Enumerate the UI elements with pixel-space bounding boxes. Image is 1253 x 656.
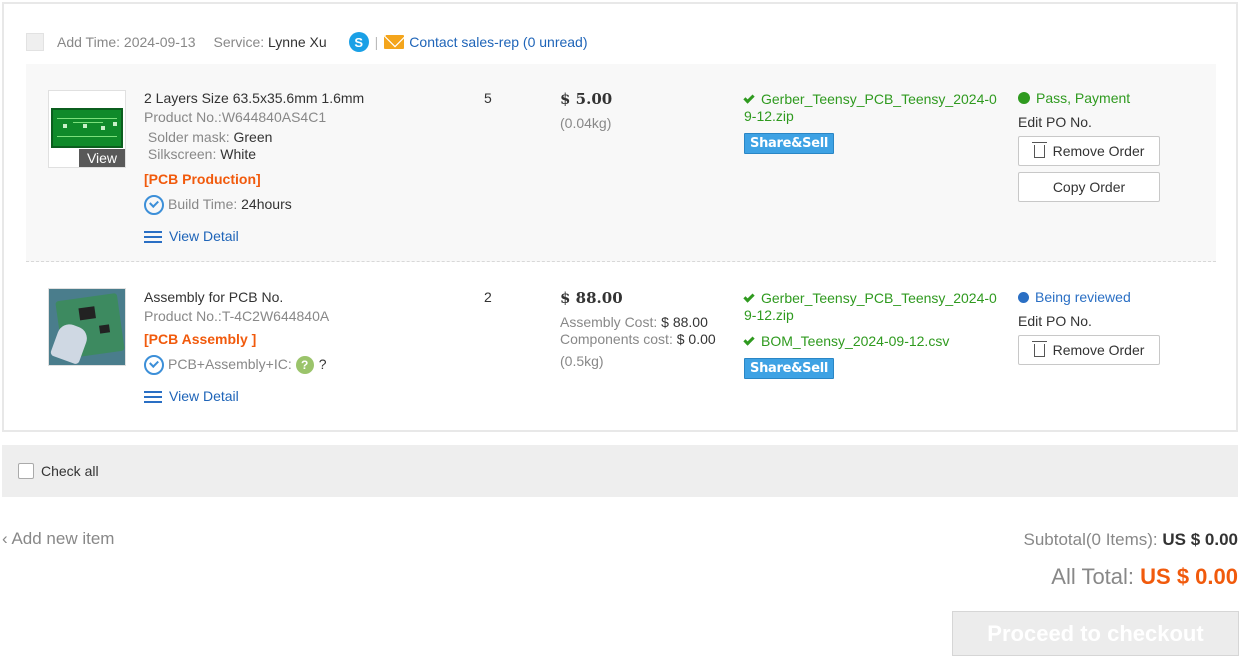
item-price: $ 5.00	[560, 90, 613, 108]
solder-mask-label: Solder mask:	[147, 129, 230, 145]
item-weight: (0.5kg)	[560, 353, 604, 369]
check-icon	[743, 92, 755, 104]
order-status: Pass, Payment	[1018, 88, 1188, 108]
proceed-checkout-button[interactable]: Proceed to checkout	[952, 611, 1239, 656]
item-quantity: 2	[484, 289, 492, 305]
bom-file-link[interactable]: BOM_Teensy_2024-09-12.csv	[743, 333, 1000, 350]
order-item-row: View 2 Layers Size 63.5x35.6mm 1.6mm Pro…	[26, 64, 1216, 262]
assembly-cost-value: $ 88.00	[661, 314, 708, 330]
components-cost-label: Components cost:	[560, 331, 673, 347]
list-icon	[144, 390, 162, 404]
status-dot-icon	[1018, 292, 1029, 303]
envelope-icon	[384, 35, 405, 49]
edit-po-link[interactable]: Edit PO No.	[1018, 114, 1188, 130]
item-files: Gerber_Teensy_PCB_Teensy_2024-09-12.zip …	[743, 290, 1000, 379]
subtotal: Subtotal(0 Items): US $ 0.00	[1023, 530, 1238, 550]
check-all-bar: Check all	[2, 445, 1238, 497]
assembly-build-value: ?	[318, 356, 327, 372]
header-separator: |	[374, 34, 379, 50]
product-no-label: Product No.:	[144, 109, 222, 125]
share-sell-button[interactable]: Share&Sell	[744, 133, 835, 154]
check-all-label[interactable]: Check all	[41, 463, 99, 479]
item-price: $ 88.00	[560, 289, 623, 307]
view-image-button[interactable]: View	[79, 149, 125, 167]
skype-icon[interactable]: S	[348, 32, 369, 52]
contact-sales-link[interactable]: Contact sales-rep (0 unread)	[409, 34, 587, 50]
assembly-cost-label: Assembly Cost:	[560, 314, 658, 330]
subtotal-value: US $ 0.00	[1162, 530, 1238, 549]
build-time-icon	[144, 355, 164, 376]
share-sell-button[interactable]: Share&Sell	[744, 358, 835, 379]
remove-order-button[interactable]: Remove Order	[1018, 335, 1160, 365]
all-total: All Total: US $ 0.00	[1051, 564, 1238, 590]
order-card: Add Time: 2024-09-13 Service: Lynne Xu S…	[2, 2, 1238, 432]
silkscreen-value: White	[220, 146, 257, 162]
pcb-thumbnail[interactable]: View	[48, 90, 126, 168]
add-time-value: 2024-09-13	[123, 34, 196, 50]
item-price-block: $ 88.00 Assembly Cost: $ 88.00 Component…	[560, 288, 716, 370]
components-cost-value: $ 0.00	[676, 331, 716, 347]
item-price-block: $ 5.00 (0.04kg)	[560, 89, 612, 132]
item-description: Assembly for PCB No. Product No.:T-4C2W6…	[144, 288, 329, 406]
all-total-label: All Total:	[1051, 564, 1135, 589]
product-no-value: T-4C2W644840A	[221, 308, 330, 324]
pcb-production-tag: [PCB Production]	[144, 171, 261, 187]
help-icon[interactable]: ?	[295, 356, 314, 375]
add-new-item-link[interactable]: ‹ Add new item	[2, 529, 114, 549]
order-status: Being reviewed	[1018, 287, 1188, 307]
add-time-label: Add Time:	[57, 34, 121, 50]
all-total-value: US $ 0.00	[1140, 564, 1238, 589]
item-status-column: Pass, Payment Edit PO No. Remove Order C…	[1018, 88, 1188, 202]
order-header: Add Time: 2024-09-13 Service: Lynne Xu S…	[26, 30, 588, 54]
item-title: 2 Layers Size 63.5x35.6mm 1.6mm	[144, 90, 365, 106]
list-icon	[144, 230, 162, 244]
build-time-value: 24hours	[241, 196, 292, 212]
assembly-build-label: PCB+Assembly+IC:	[168, 356, 292, 372]
product-no-label: Product No.:	[144, 308, 222, 324]
item-quantity: 5	[484, 90, 492, 106]
solder-mask-value: Green	[233, 129, 273, 145]
view-detail-link[interactable]: View Detail	[169, 228, 239, 244]
order-select-checkbox[interactable]	[26, 33, 44, 51]
build-time-label: Build Time:	[168, 196, 238, 212]
item-description: 2 Layers Size 63.5x35.6mm 1.6mm Product …	[144, 89, 364, 246]
item-title: Assembly for PCB No.	[144, 289, 284, 305]
view-detail-link[interactable]: View Detail	[169, 388, 239, 404]
copy-order-button[interactable]: Copy Order	[1018, 172, 1160, 202]
pcb-assembly-tag: [PCB Assembly ]	[144, 331, 257, 347]
pcb-image	[51, 108, 123, 148]
item-status-column: Being reviewed Edit PO No. Remove Order	[1018, 287, 1188, 365]
service-name: Lynne Xu	[268, 34, 327, 50]
status-dot-icon	[1018, 92, 1030, 104]
edit-po-link[interactable]: Edit PO No.	[1018, 313, 1188, 329]
item-files: Gerber_Teensy_PCB_Teensy_2024-09-12.zip …	[743, 91, 1000, 154]
order-item-row: Assembly for PCB No. Product No.:T-4C2W6…	[26, 263, 1216, 423]
item-weight: (0.04kg)	[560, 115, 612, 131]
product-no-value: W644840AS4C1	[221, 109, 327, 125]
assembly-thumbnail[interactable]	[48, 288, 126, 366]
check-icon	[743, 334, 755, 346]
remove-order-button[interactable]: Remove Order	[1018, 136, 1160, 166]
trash-icon	[1031, 341, 1047, 357]
trash-icon	[1031, 142, 1047, 158]
subtotal-label: Subtotal(0 Items):	[1023, 530, 1158, 549]
build-time-icon	[144, 195, 164, 216]
check-all-checkbox[interactable]	[18, 463, 34, 479]
check-icon	[743, 291, 755, 303]
service-label: Service:	[213, 34, 265, 50]
gerber-file-link[interactable]: Gerber_Teensy_PCB_Teensy_2024-09-12.zip	[743, 290, 1000, 324]
silkscreen-label: Silkscreen:	[147, 146, 217, 162]
gerber-file-link[interactable]: Gerber_Teensy_PCB_Teensy_2024-09-12.zip	[743, 91, 1000, 125]
